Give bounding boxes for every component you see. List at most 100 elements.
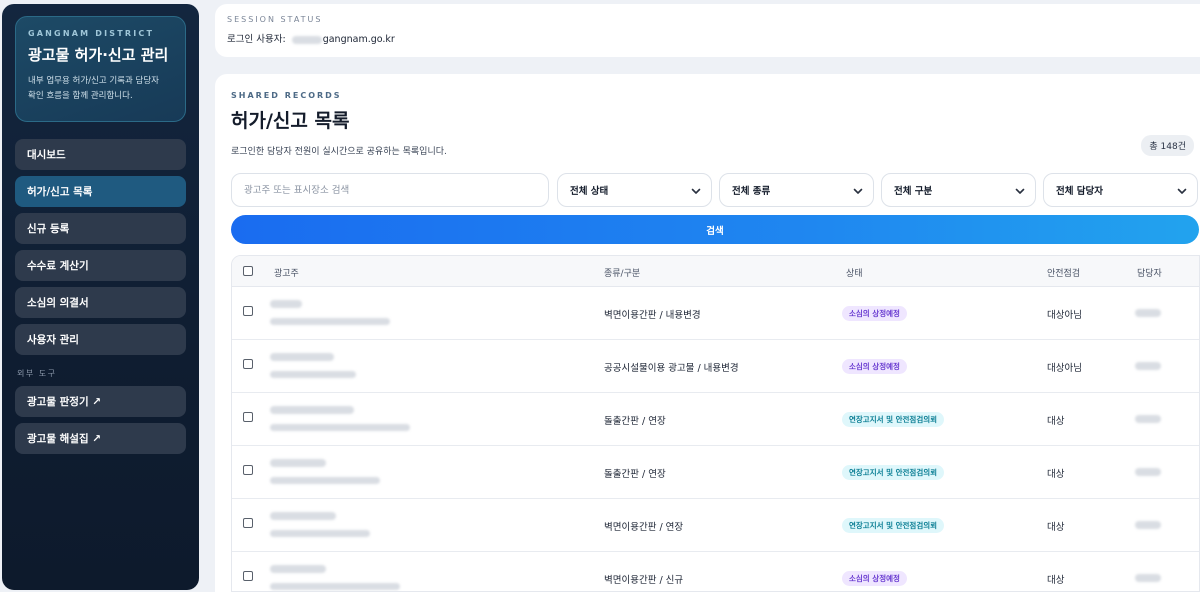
redacted-manager bbox=[1135, 415, 1161, 423]
row-checkbox[interactable] bbox=[243, 518, 253, 528]
column-header-safety[interactable]: 안전점검 bbox=[1047, 266, 1080, 279]
column-header-advertiser[interactable]: 광고주 bbox=[274, 266, 299, 279]
redacted-advertiser-address bbox=[270, 583, 400, 590]
column-header-manager[interactable]: 담당자 bbox=[1137, 266, 1162, 279]
chevron-down-icon bbox=[1177, 188, 1187, 194]
search-button[interactable]: 검색 bbox=[231, 215, 1199, 244]
table-row[interactable]: 돌출간판 / 연장 연장고지서 및 안전점검의뢰 대상 bbox=[232, 393, 1199, 446]
session-status-panel: SESSION STATUS 로그인 사용자: gangnam.go.kr bbox=[215, 4, 1200, 57]
redacted-advertiser-name bbox=[270, 459, 326, 467]
sidebar-item-label: 수수료 계산기 bbox=[27, 260, 89, 272]
type-filter-select[interactable]: 전체 종류 bbox=[719, 173, 874, 207]
status-filter-select[interactable]: 전체 상태 bbox=[557, 173, 712, 207]
table-row[interactable]: 벽면이용간판 / 내용변경 소심의 상정예정 대상아님 bbox=[232, 287, 1199, 340]
sidebar-item-resolutions[interactable]: 소심의 의결서 bbox=[15, 287, 186, 318]
row-safety: 대상 bbox=[1047, 575, 1065, 586]
status-badge: 연장고지서 및 안전점검의뢰 bbox=[842, 412, 945, 427]
records-eyebrow: SHARED RECORDS bbox=[231, 91, 342, 100]
table-header: 광고주 종류/구분 상태 안전점검 담당자 bbox=[232, 256, 1199, 287]
session-user-domain: gangnam.go.kr bbox=[322, 34, 395, 45]
sidebar-nav: 대시보드 허가/신고 목록 신규 등록 수수료 계산기 소심의 의결서 사용자 … bbox=[15, 139, 186, 454]
row-checkbox[interactable] bbox=[243, 359, 253, 369]
records-table: 광고주 종류/구분 상태 안전점검 담당자 벽면이용간판 / 내용변경 소심의 … bbox=[231, 255, 1200, 592]
page-title: 허가/신고 목록 bbox=[231, 110, 350, 132]
select-all-checkbox[interactable] bbox=[243, 266, 253, 276]
table-row[interactable]: 공공시설물이용 광고물 / 내용변경 소심의 상정예정 대상아님 bbox=[232, 340, 1199, 393]
sidebar-item-label: 광고물 해설집 ↗ bbox=[27, 433, 102, 445]
row-checkbox[interactable] bbox=[243, 571, 253, 581]
sidebar-item-new-registration[interactable]: 신규 등록 bbox=[15, 213, 186, 244]
category-filter-select[interactable]: 전체 구분 bbox=[881, 173, 1036, 207]
table-row[interactable]: 돌출간판 / 연장 연장고지서 및 안전점검의뢰 대상 bbox=[232, 446, 1199, 499]
table-row[interactable]: 벽면이용간판 / 연장 연장고지서 및 안전점검의뢰 대상 bbox=[232, 499, 1199, 552]
session-eyebrow: SESSION STATUS bbox=[227, 15, 323, 24]
sidebar-item-fee-calculator[interactable]: 수수료 계산기 bbox=[15, 250, 186, 281]
brand-title: 광고물 허가·신고 관리 bbox=[28, 46, 169, 64]
row-checkbox[interactable] bbox=[243, 465, 253, 475]
sidebar-item-ad-guide[interactable]: 광고물 해설집 ↗ bbox=[15, 423, 186, 454]
redacted-advertiser-name bbox=[270, 512, 336, 520]
redacted-advertiser-address bbox=[270, 424, 410, 431]
manager-filter-select[interactable]: 전체 담당자 bbox=[1043, 173, 1198, 207]
page-description: 로그인한 담당자 전원이 실시간으로 공유하는 목록입니다. bbox=[231, 147, 447, 157]
records-panel: SHARED RECORDS 허가/신고 목록 로그인한 담당자 전원이 실시간… bbox=[215, 74, 1200, 592]
manager-filter-value: 전체 담당자 bbox=[1056, 186, 1104, 197]
sidebar: GANGNAM DISTRICT 광고물 허가·신고 관리 내부 업무용 허가/… bbox=[2, 4, 199, 590]
status-filter-value: 전체 상태 bbox=[570, 186, 609, 197]
redacted-username bbox=[291, 35, 322, 44]
redacted-manager bbox=[1135, 362, 1161, 370]
sidebar-item-user-management[interactable]: 사용자 관리 bbox=[15, 324, 186, 355]
column-header-type[interactable]: 종류/구분 bbox=[604, 266, 640, 279]
record-count-badge: 총 148건 bbox=[1141, 135, 1194, 156]
brand-desc-line-1: 내부 업무용 허가/신고 기록과 담당자 bbox=[28, 76, 159, 86]
sidebar-item-permit-list[interactable]: 허가/신고 목록 bbox=[15, 176, 186, 207]
row-type: 돌출간판 / 연장 bbox=[604, 469, 666, 480]
status-badge: 소심의 상정예정 bbox=[842, 359, 907, 374]
redacted-advertiser-name bbox=[270, 565, 326, 573]
redacted-advertiser-address bbox=[270, 318, 390, 325]
sidebar-item-label: 신규 등록 bbox=[27, 223, 70, 235]
sidebar-item-ad-classifier[interactable]: 광고물 판정기 ↗ bbox=[15, 386, 186, 417]
sidebar-item-label: 대시보드 bbox=[27, 149, 66, 161]
row-type: 공공시설물이용 광고물 / 내용변경 bbox=[604, 363, 739, 374]
row-safety: 대상 bbox=[1047, 522, 1065, 533]
chevron-down-icon bbox=[853, 188, 863, 194]
status-badge: 연장고지서 및 안전점검의뢰 bbox=[842, 518, 945, 533]
chevron-down-icon bbox=[691, 188, 701, 194]
column-header-status[interactable]: 상태 bbox=[846, 266, 863, 279]
row-checkbox[interactable] bbox=[243, 306, 253, 316]
redacted-manager bbox=[1135, 574, 1161, 582]
redacted-advertiser-name bbox=[270, 406, 354, 414]
session-user: 로그인 사용자: gangnam.go.kr bbox=[227, 31, 1188, 45]
redacted-advertiser-name bbox=[270, 300, 302, 308]
row-type: 돌출간판 / 연장 bbox=[604, 416, 666, 427]
status-badge: 연장고지서 및 안전점검의뢰 bbox=[842, 465, 945, 480]
brand-description: 내부 업무용 허가/신고 기록과 담당자 확인 흐름을 함께 관리합니다. bbox=[28, 74, 173, 104]
filter-bar: 전체 상태 전체 종류 전체 구분 전체 담당자 bbox=[231, 173, 1199, 207]
row-type: 벽면이용간판 / 연장 bbox=[604, 522, 684, 533]
redacted-advertiser-address bbox=[270, 371, 356, 378]
redacted-advertiser-address bbox=[270, 477, 380, 484]
redacted-manager bbox=[1135, 468, 1161, 476]
sidebar-item-label: 사용자 관리 bbox=[27, 334, 79, 346]
redacted-manager bbox=[1135, 309, 1161, 317]
row-checkbox[interactable] bbox=[243, 412, 253, 422]
sidebar-item-dashboard[interactable]: 대시보드 bbox=[15, 139, 186, 170]
row-safety: 대상 bbox=[1047, 416, 1065, 427]
brand-card: GANGNAM DISTRICT 광고물 허가·신고 관리 내부 업무용 허가/… bbox=[15, 16, 186, 122]
redacted-advertiser-name bbox=[270, 353, 334, 361]
chevron-down-icon bbox=[1015, 188, 1025, 194]
brand-desc-line-2: 확인 흐름을 함께 관리합니다. bbox=[28, 91, 133, 101]
table-row[interactable]: 벽면이용간판 / 신규 소심의 상정예정 대상 bbox=[232, 552, 1199, 591]
row-type: 벽면이용간판 / 신규 bbox=[604, 575, 684, 586]
status-badge: 소심의 상정예정 bbox=[842, 571, 907, 586]
row-safety: 대상아님 bbox=[1047, 310, 1082, 321]
brand-eyebrow: GANGNAM DISTRICT bbox=[28, 29, 155, 38]
row-safety: 대상 bbox=[1047, 469, 1065, 480]
external-tools-label: 외부 도구 bbox=[17, 369, 57, 378]
redacted-advertiser-address bbox=[270, 530, 370, 537]
session-user-prefix: 로그인 사용자: bbox=[227, 34, 286, 45]
type-filter-value: 전체 종류 bbox=[732, 186, 771, 197]
row-safety: 대상아님 bbox=[1047, 363, 1082, 374]
search-input[interactable] bbox=[231, 173, 549, 207]
